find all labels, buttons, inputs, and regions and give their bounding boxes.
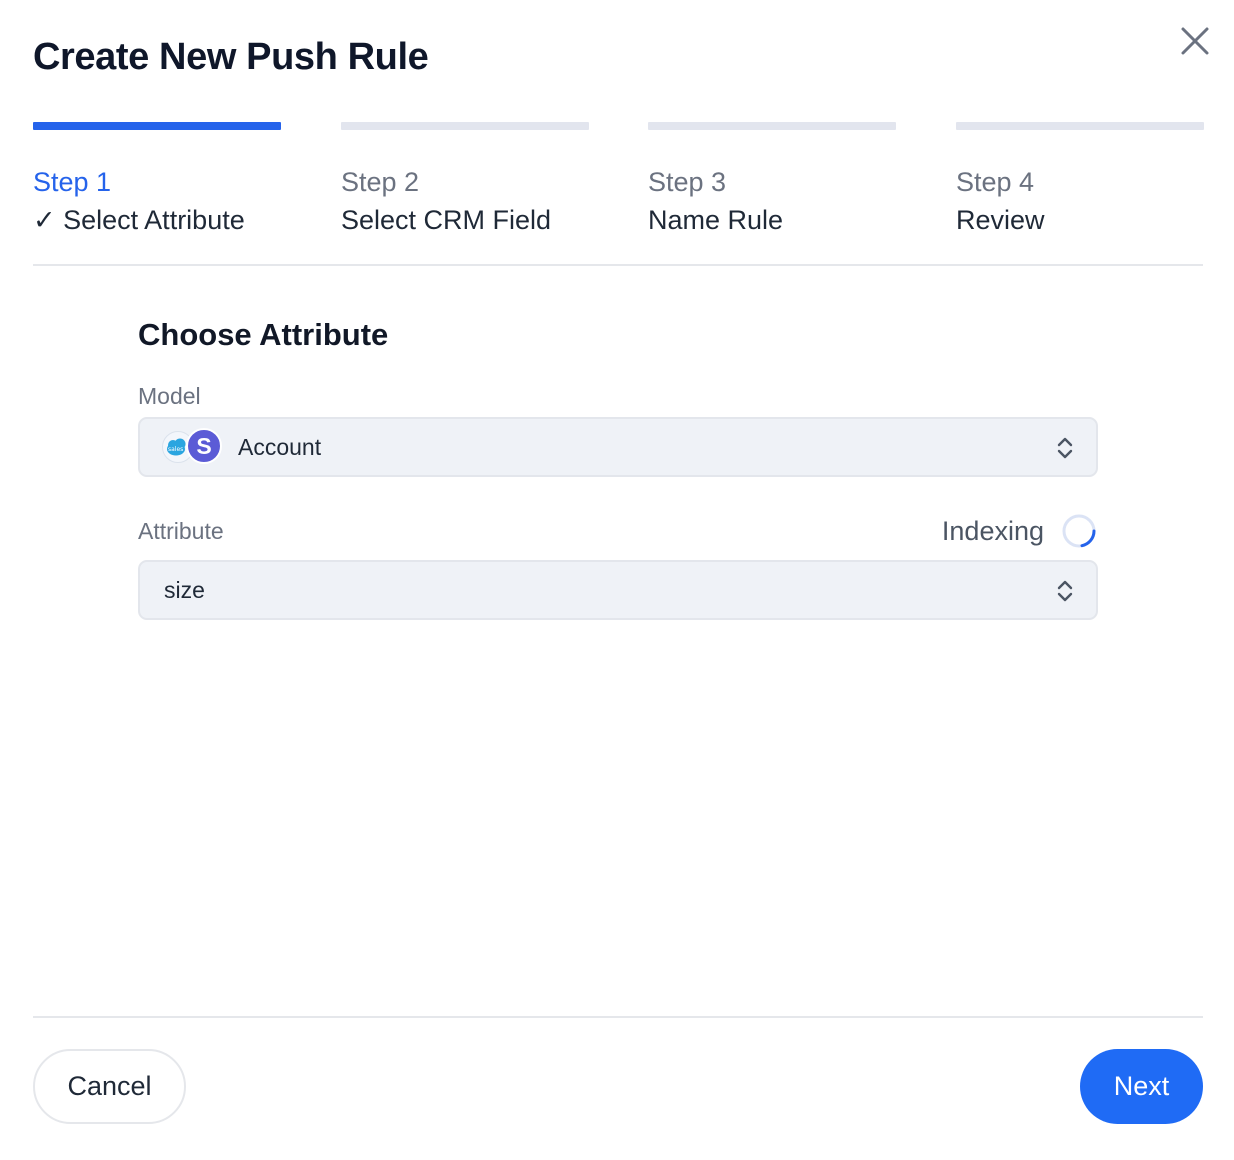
model-logos: sales S	[162, 427, 224, 467]
s-logo-icon: S	[186, 428, 222, 464]
step-2-number: Step 2	[341, 167, 420, 197]
step-2-progress-bar	[341, 122, 589, 130]
step-3: Step 3 Name Rule	[648, 122, 896, 236]
footer-divider	[33, 1016, 1203, 1018]
step-1-progress-bar	[33, 122, 281, 130]
cancel-button[interactable]: Cancel	[33, 1049, 186, 1124]
step-3-number: Step 3	[648, 167, 727, 197]
indexing-text: Indexing	[941, 516, 1044, 546]
close-icon	[1181, 27, 1209, 55]
chevron-updown-icon	[1057, 580, 1073, 602]
stepper: Step 1 ✓ Select Attribute Step 2 Select …	[33, 122, 1204, 242]
step-3-progress-bar	[648, 122, 896, 130]
step-1-number: Step 1	[33, 167, 112, 197]
attribute-select[interactable]: size	[138, 560, 1098, 620]
header-divider	[33, 264, 1203, 266]
step-3-label: Name Rule	[648, 205, 784, 235]
step-2: Step 2 Select CRM Field	[341, 122, 589, 236]
attribute-value: size	[164, 576, 205, 603]
attribute-label: Attribute	[138, 518, 224, 544]
next-button[interactable]: Next	[1080, 1049, 1203, 1124]
model-value: Account	[238, 433, 322, 460]
step-4-number: Step 4	[956, 167, 1035, 197]
step-4: Step 4 Review	[956, 122, 1204, 236]
dialog-title: Create New Push Rule	[33, 36, 429, 78]
close-button[interactable]	[1176, 22, 1214, 60]
create-push-rule-dialog: Create New Push Rule Step 1 ✓ Select Att…	[0, 0, 1234, 1160]
step-4-label: Review	[956, 205, 1045, 235]
section-title: Choose Attribute	[138, 317, 389, 352]
step-1-label: ✓ Select Attribute	[33, 205, 245, 235]
model-select[interactable]: sales S Account	[138, 417, 1098, 477]
loading-spinner-icon	[1062, 514, 1096, 548]
salesforce-logo-text: sales	[168, 446, 183, 453]
step-2-label: Select CRM Field	[341, 205, 552, 235]
model-label: Model	[138, 383, 201, 409]
step-1: Step 1 ✓ Select Attribute	[33, 122, 281, 236]
step-4-progress-bar	[956, 122, 1204, 130]
indexing-status: Indexing	[942, 512, 1098, 550]
chevron-updown-icon	[1057, 437, 1073, 459]
